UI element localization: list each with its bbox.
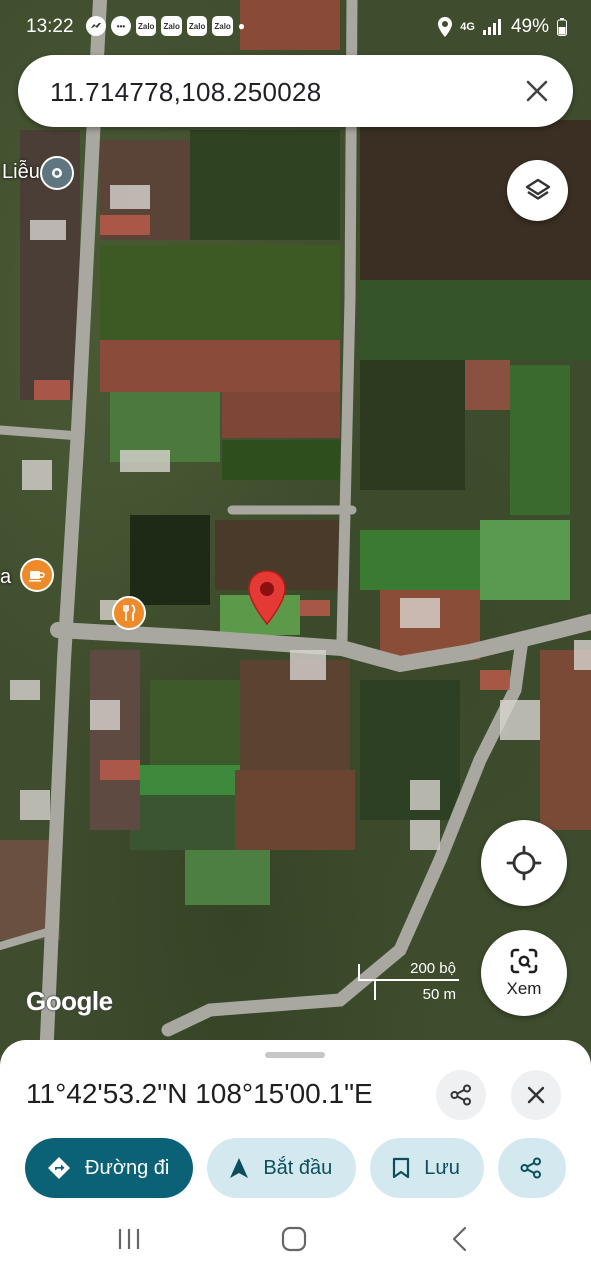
status-right: 4G 49% <box>438 16 567 38</box>
directions-icon <box>48 1157 70 1179</box>
layers-icon <box>525 178 550 200</box>
start-label: Bắt đầu <box>263 1156 333 1179</box>
search-bar[interactable]: 11.714778,108.250028 <box>18 55 573 127</box>
recent-apps-icon[interactable] <box>116 1226 142 1252</box>
camera-search-icon <box>510 948 538 974</box>
close-sheet-button[interactable] <box>511 1070 561 1120</box>
back-icon[interactable] <box>448 1226 474 1252</box>
close-icon <box>527 1086 545 1104</box>
battery-percent: 49% <box>510 16 549 37</box>
start-button[interactable]: Bắt đầu <box>207 1138 357 1198</box>
close-icon[interactable] <box>517 71 557 111</box>
place-label[interactable]: a <box>0 566 11 589</box>
dropped-pin-icon[interactable] <box>246 569 288 627</box>
place-pin-icon[interactable] <box>40 156 74 190</box>
save-label: Lưu <box>424 1156 460 1179</box>
notification-icons: ••• Zalo Zalo Zalo Zalo ● <box>86 16 245 36</box>
navigation-arrow-icon <box>230 1158 249 1178</box>
scale-metric: 50 m <box>422 986 456 1003</box>
save-button[interactable]: Lưu <box>370 1138 484 1198</box>
zalo-icon: Zalo <box>136 16 157 36</box>
view-button[interactable]: Xem <box>481 930 567 1016</box>
zalo-icon: Zalo <box>212 16 233 36</box>
cafe-icon[interactable] <box>20 558 54 592</box>
action-chips: Đường đi Bắt đầu Lưu <box>25 1138 566 1198</box>
share-icon <box>450 1084 471 1106</box>
share-icon <box>520 1157 541 1179</box>
zalo-icon: Zalo <box>161 16 182 36</box>
directions-label: Đường đi <box>85 1156 170 1179</box>
crosshair-icon <box>506 845 542 881</box>
share-chip[interactable] <box>497 1138 566 1198</box>
place-bottom-sheet[interactable]: 11°42'53.2"N 108°15'00.1"E Đường đi Bắt … <box>0 1040 591 1280</box>
share-button[interactable] <box>436 1070 486 1120</box>
restaurant-icon[interactable] <box>112 596 146 630</box>
network-type: 4G <box>460 21 475 33</box>
signal-icon <box>482 19 501 35</box>
chat-icon: ••• <box>111 16 131 36</box>
google-logo: Google <box>26 986 113 1016</box>
road-side <box>0 425 85 441</box>
zalo-icon: Zalo <box>186 16 208 36</box>
map-roads <box>0 0 591 1060</box>
location-icon <box>438 17 453 37</box>
my-location-button[interactable] <box>481 820 567 906</box>
coordinates-title: 11°42'53.2"N 108°15'00.1"E <box>26 1078 373 1109</box>
bookmark-icon <box>393 1157 410 1179</box>
status-time: 13:22 <box>26 16 74 37</box>
satellite-map[interactable] <box>0 0 591 1060</box>
search-query[interactable]: 11.714778,108.250028 <box>50 77 322 108</box>
battery-icon <box>557 18 567 36</box>
layers-button[interactable] <box>507 160 568 221</box>
scale-bar: 200 bộ 50 m <box>358 960 460 1003</box>
place-label[interactable]: Liễu <box>2 161 40 184</box>
view-button-label: Xem <box>506 979 542 998</box>
status-bar: 13:22 ••• Zalo Zalo Zalo Zalo ● 4G 49% <box>0 0 591 54</box>
sheet-drag-handle[interactable] <box>265 1052 325 1058</box>
dot-icon: ● <box>237 19 246 33</box>
messenger-icon <box>86 16 106 36</box>
home-icon[interactable] <box>281 1226 307 1252</box>
system-nav-bar <box>0 1200 591 1280</box>
road-curve <box>161 633 529 1037</box>
directions-button[interactable]: Đường đi <box>25 1138 194 1198</box>
